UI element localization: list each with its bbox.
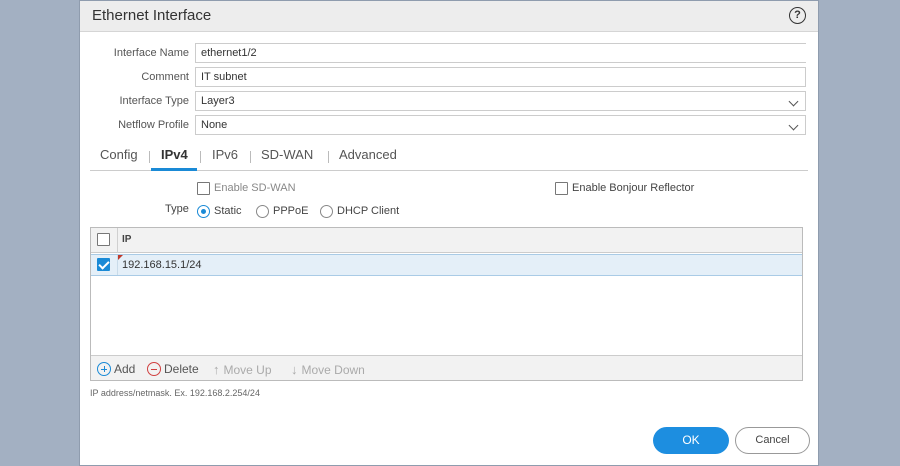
plus-circle-icon: [97, 362, 111, 376]
tab-separator: [250, 151, 251, 163]
cancel-button[interactable]: Cancel: [735, 427, 810, 454]
interface-type-label: Interface Type: [119, 95, 189, 107]
move-down-label: Move Down: [301, 363, 365, 377]
interface-type-value: Layer3: [201, 95, 235, 107]
tab-bar: Config IPv4 IPv6 SD-WAN Advanced: [90, 141, 808, 171]
ip-format-hint: IP address/netmask. Ex. 192.168.2.254/24: [90, 388, 260, 398]
active-tab-indicator: [151, 168, 197, 171]
netflow-profile-label: Netflow Profile: [118, 119, 189, 131]
ethernet-interface-dialog: Ethernet Interface ? Interface Name ethe…: [79, 0, 819, 466]
grid-footer-toolbar: Add Delete ↑ Move Up ↓ Move Down: [91, 355, 802, 380]
enable-bonjour-reflector-label: Enable Bonjour Reflector: [572, 182, 695, 194]
interface-name-label: Interface Name: [113, 47, 189, 59]
tab-separator: [328, 151, 329, 163]
netflow-profile-select[interactable]: None: [195, 115, 806, 135]
netflow-profile-value: None: [201, 119, 228, 131]
ip-address-grid: IP 192.168.15.1/24 Add Delete ↑ Move Up ↓…: [90, 227, 803, 381]
ip-column-header[interactable]: IP: [122, 234, 131, 245]
delete-button[interactable]: Delete: [147, 362, 199, 376]
pppoe-radio[interactable]: [256, 205, 269, 218]
ok-button[interactable]: OK: [653, 427, 729, 454]
tab-ipv4[interactable]: IPv4: [161, 147, 188, 162]
dhcp-client-radio[interactable]: [320, 205, 333, 218]
move-up-button[interactable]: ↑ Move Up: [213, 362, 272, 377]
tab-ipv6[interactable]: IPv6: [212, 147, 238, 162]
static-label: Static: [214, 205, 242, 217]
chevron-down-icon: [788, 96, 799, 107]
tab-separator: [149, 151, 150, 163]
arrow-up-icon: ↑: [213, 362, 220, 377]
enable-sd-wan-label: Enable SD-WAN: [214, 182, 296, 194]
netflow-profile-row: Netflow Profile None: [80, 115, 820, 135]
dialog-title: Ethernet Interface: [92, 7, 212, 24]
row-checkbox[interactable]: [97, 258, 110, 271]
interface-name-field[interactable]: ethernet1/2: [195, 43, 806, 63]
static-radio[interactable]: [197, 205, 210, 218]
pppoe-label: PPPoE: [273, 205, 309, 217]
move-down-button[interactable]: ↓ Move Down: [291, 362, 365, 377]
tab-sd-wan[interactable]: SD-WAN: [261, 147, 313, 162]
arrow-down-icon: ↓: [291, 362, 298, 377]
add-label: Add: [114, 362, 136, 376]
grid-header: IP: [91, 228, 802, 253]
interface-type-select[interactable]: Layer3: [195, 91, 806, 111]
move-up-label: Move Up: [223, 363, 272, 377]
dhcp-client-label: DHCP Client: [337, 205, 400, 217]
select-all-checkbox[interactable]: [97, 233, 110, 246]
ip-address-value[interactable]: 192.168.15.1/24: [122, 259, 202, 271]
interface-type-row: Interface Type Layer3: [80, 91, 820, 111]
question-circle-icon[interactable]: ?: [789, 7, 806, 24]
type-label: Type: [165, 203, 189, 215]
comment-row: Comment IT subnet: [80, 67, 820, 87]
tab-advanced[interactable]: Advanced: [339, 147, 397, 162]
delete-label: Delete: [164, 362, 199, 376]
minus-circle-icon: [147, 362, 161, 376]
add-button[interactable]: Add: [97, 362, 135, 376]
tab-separator: [200, 151, 201, 163]
comment-field[interactable]: IT subnet: [195, 67, 806, 87]
dialog-titlebar: Ethernet Interface ?: [80, 1, 818, 32]
enable-bonjour-reflector-checkbox[interactable]: [555, 182, 568, 195]
chevron-down-icon: [788, 120, 799, 131]
comment-label: Comment: [141, 71, 189, 83]
column-separator: [117, 228, 118, 253]
tab-config[interactable]: Config: [100, 147, 138, 162]
enable-sd-wan-checkbox[interactable]: [197, 182, 210, 195]
table-row[interactable]: 192.168.15.1/24: [91, 254, 802, 276]
interface-name-row: Interface Name ethernet1/2: [80, 43, 820, 63]
